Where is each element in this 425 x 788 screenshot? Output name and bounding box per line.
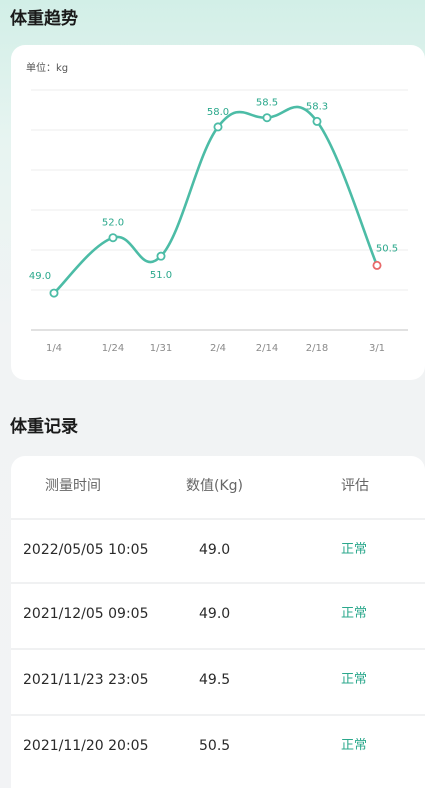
chart-x-tick-label: 2/4 [210,343,226,354]
chart-data-point [49,288,59,298]
table-row[interactable]: 2022/05/05 10:05 49.0 正常 [11,518,425,580]
table-row[interactable]: 2021/11/23 23:05 49.5 正常 [11,648,425,710]
weight-records-table: 测量时间 数值(Kg) 评估 2022/05/05 10:05 49.0 正常 … [11,456,425,788]
row-time: 2021/11/20 20:05 [23,738,149,754]
header-evaluation: 评估 [341,478,369,494]
chart-data-point [156,251,166,261]
chart-x-tick-label: 1/31 [150,343,172,354]
chart-data-point [213,122,223,132]
row-status-badge: 正常 [341,542,368,557]
chart-x-tick-label: 2/14 [256,343,278,354]
row-time: 2022/05/05 10:05 [23,542,149,558]
row-status-badge: 正常 [341,738,368,753]
weight-trend-line-chart: 49.0 1/4 52.0 1/24 51.0 1/31 58.0 2/4 58.5 2/14 58… [29,89,408,354]
chart-x-tick-label: 2/18 [306,343,328,354]
chart-x-tick-label: 1/4 [46,343,62,354]
chart-series-line [52,105,379,295]
chart-data-label: 58.0 [207,107,229,118]
chart-data-label: 52.0 [102,218,124,229]
records-section-title: 体重记录 [10,417,78,437]
row-status-badge: 正常 [341,672,368,687]
chart-data-label: 58.3 [306,101,328,112]
table-row[interactable]: 2021/11/20 20:05 50.5 正常 [11,714,425,776]
header-value: 数值(Kg) [186,478,243,494]
weight-trend-chart-card: 单位：kg 49.0 1/4 52.0 1/24 51.0 1/31 58.0 2/4 58.5… [11,45,425,380]
chart-data-point [108,233,118,243]
chart-data-label: 51.0 [150,270,172,281]
chart-x-tick-label: 3/1 [369,343,385,354]
chart-data-point [312,116,322,126]
table-header-row: 测量时间 数值(Kg) 评估 [11,456,425,516]
chart-data-label: 49.0 [29,271,51,282]
row-value: 49.5 [199,672,231,688]
header-time: 测量时间 [45,478,101,494]
trend-section-title: 体重趋势 [10,9,78,29]
chart-x-tick-label: 1/24 [102,343,124,354]
chart-data-point [262,113,272,123]
row-value: 50.5 [199,738,231,754]
chart-data-label: 58.5 [256,98,278,109]
row-value: 49.0 [199,606,231,622]
chart-data-point [372,260,382,270]
row-status-badge: 正常 [341,606,368,621]
chart-data-label: 50.5 [376,243,398,254]
row-value: 49.0 [199,542,231,558]
row-time: 2021/11/23 23:05 [23,672,149,688]
row-time: 2021/12/05 09:05 [23,606,149,622]
table-row[interactable]: 2021/12/05 09:05 49.0 正常 [11,582,425,644]
